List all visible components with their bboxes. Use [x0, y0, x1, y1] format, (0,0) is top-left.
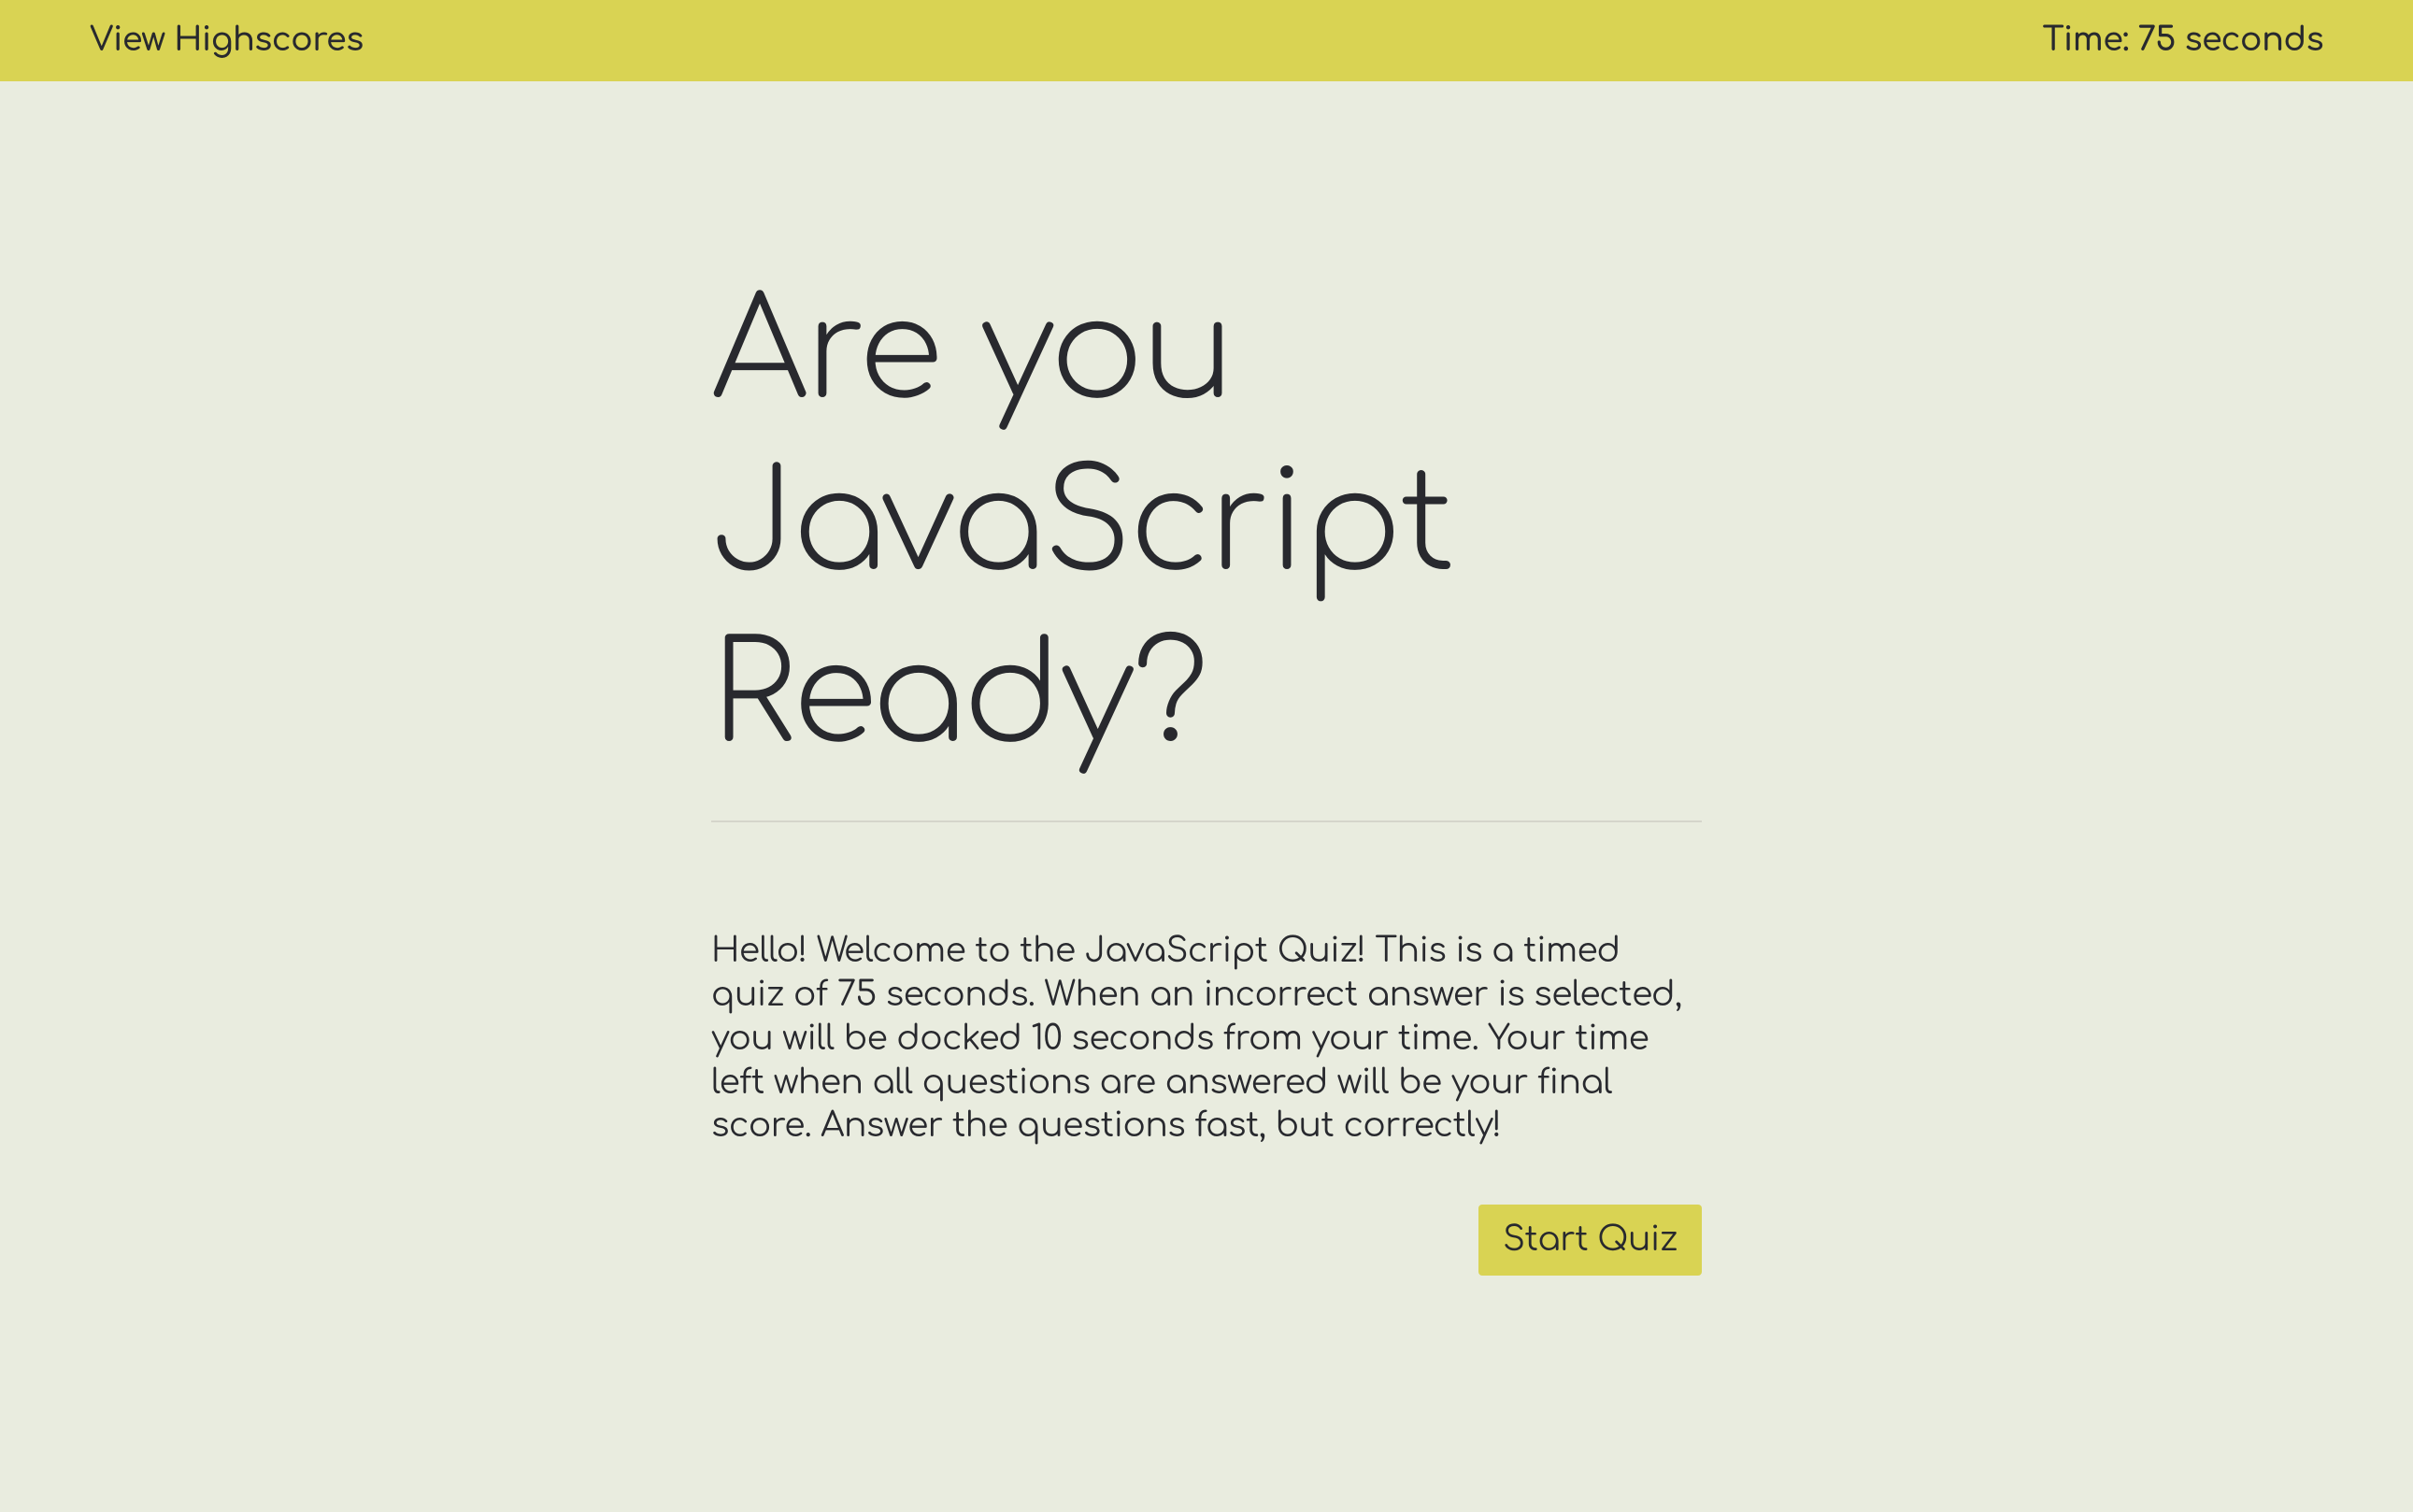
timer-prefix: Time: [2043, 22, 2138, 59]
view-highscores-link[interactable]: View Highscores [90, 22, 364, 59]
start-quiz-button[interactable]: Start Quiz [1478, 1205, 1702, 1276]
title-divider [711, 820, 1702, 822]
quiz-description: Hello! Welcome to the JavaScript Quiz! T… [711, 930, 1702, 1148]
page-title: Are you JavaScript Ready? [711, 268, 1702, 783]
timer-display: Time: 75 seconds [2043, 22, 2323, 59]
button-container: Start Quiz [711, 1205, 1702, 1276]
timer-value: 75 [2137, 22, 2175, 59]
header-bar: View Highscores Time: 75 seconds [0, 0, 2413, 81]
timer-suffix: seconds [2176, 22, 2323, 59]
main-content: Are you JavaScript Ready? Hello! Welcome… [478, 81, 1935, 1276]
